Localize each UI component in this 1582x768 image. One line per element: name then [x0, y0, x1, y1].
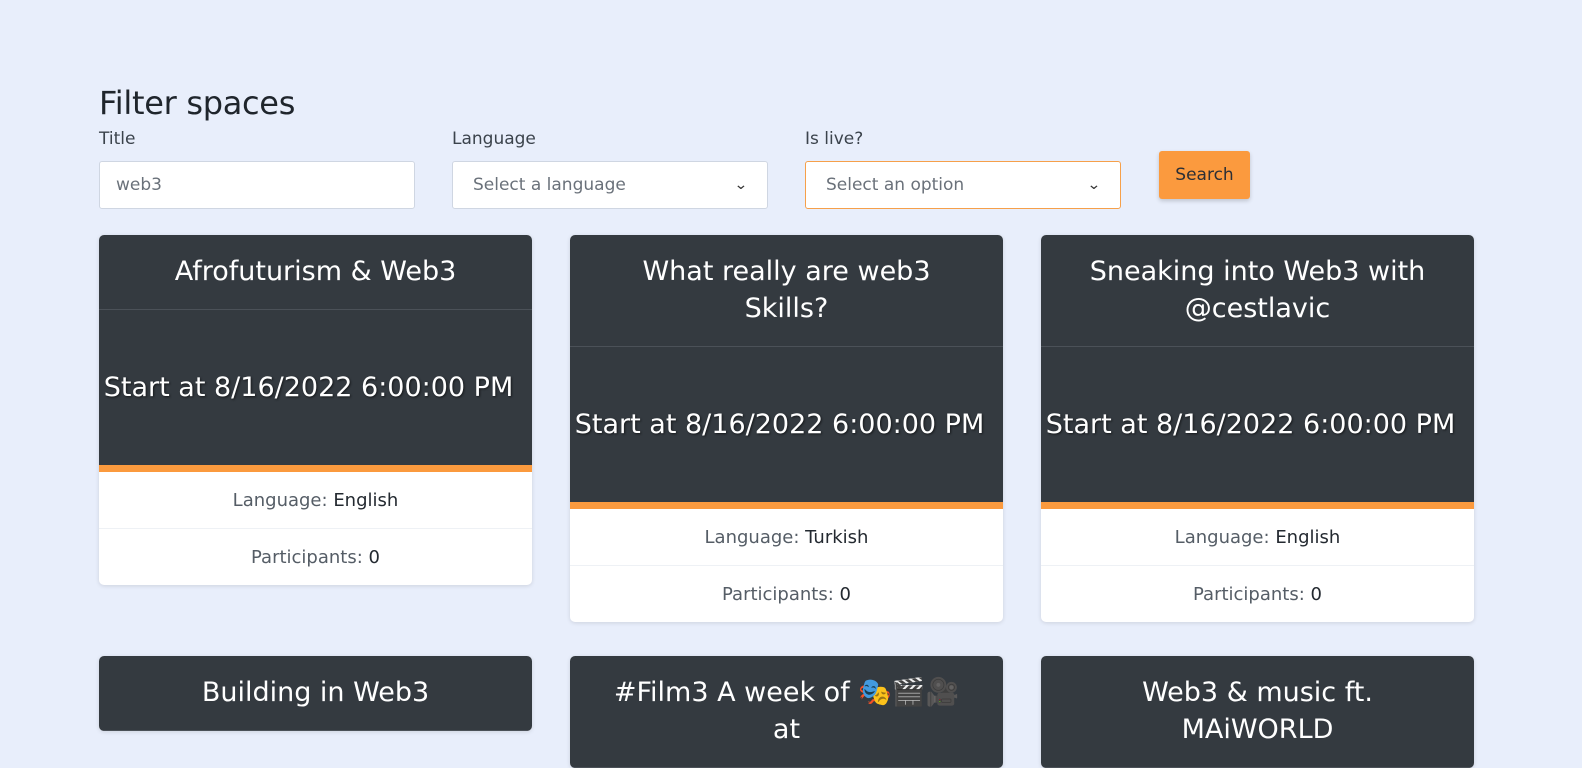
space-card[interactable]: Afrofuturism & Web3 Start at 8/16/2022 6… [99, 235, 532, 585]
card-language-label: Language: [232, 489, 328, 511]
card-participants-value: 0 [1310, 583, 1322, 605]
space-card[interactable]: Sneaking into Web3 with @cestlavic Start… [1041, 235, 1474, 622]
card-participants-row: Participants: 0 [1041, 566, 1474, 622]
card-start-time: Start at 8/16/2022 6:00:00 PM [99, 310, 532, 472]
card-language-label: Language: [1174, 526, 1270, 548]
title-input-value: web3 [116, 175, 162, 195]
space-card[interactable]: What really are web3 Skills? Start at 8/… [570, 235, 1003, 622]
language-filter: Language Select a language ⌄ [452, 128, 768, 209]
title-input[interactable]: web3 [99, 161, 415, 209]
card-title: Sneaking into Web3 with @cestlavic [1041, 235, 1474, 347]
space-card[interactable]: Web3 & music ft. MAiWORLD [1041, 656, 1474, 768]
is-live-select-value: Select an option [826, 175, 965, 195]
is-live-filter: Is live? Select an option ⌄ [805, 128, 1121, 209]
language-select[interactable]: Select a language ⌄ [452, 161, 768, 209]
card-participants-row: Participants: 0 [99, 529, 532, 585]
card-title: Afrofuturism & Web3 [99, 235, 532, 310]
chevron-down-icon: ⌄ [1087, 177, 1102, 193]
card-title: Web3 & music ft. MAiWORLD [1041, 656, 1474, 768]
card-participants-label: Participants: [722, 583, 834, 605]
card-language-row: Language: English [99, 472, 532, 529]
space-card[interactable]: Building in Web3 [99, 656, 532, 731]
card-language-value: Turkish [805, 526, 869, 548]
title-label: Title [99, 129, 136, 149]
card-language-label: Language: [704, 526, 800, 548]
chevron-down-icon: ⌄ [734, 177, 749, 193]
page-title: Filter spaces [99, 84, 296, 122]
card-participants-label: Participants: [251, 546, 363, 568]
card-start-time: Start at 8/16/2022 6:00:00 PM [1041, 347, 1474, 509]
card-title: What really are web3 Skills? [570, 235, 1003, 347]
title-filter: Title web3 [99, 128, 415, 209]
card-language-value: English [333, 489, 399, 511]
card-title: Building in Web3 [99, 656, 532, 731]
card-language-value: English [1275, 526, 1341, 548]
card-title: #Film3 A week of 🎭🎬🎥 at [570, 656, 1003, 768]
language-select-value: Select a language [473, 175, 626, 195]
card-participants-label: Participants: [1193, 583, 1305, 605]
card-language-row: Language: Turkish [570, 509, 1003, 566]
language-label: Language [452, 129, 536, 149]
card-participants-value: 0 [368, 546, 380, 568]
search-button[interactable]: Search [1159, 151, 1250, 199]
card-participants-row: Participants: 0 [570, 566, 1003, 622]
is-live-label: Is live? [805, 129, 864, 149]
space-card[interactable]: #Film3 A week of 🎭🎬🎥 at [570, 656, 1003, 768]
card-language-row: Language: English [1041, 509, 1474, 566]
card-participants-value: 0 [839, 583, 851, 605]
is-live-select[interactable]: Select an option ⌄ [805, 161, 1121, 209]
card-start-time: Start at 8/16/2022 6:00:00 PM [570, 347, 1003, 509]
